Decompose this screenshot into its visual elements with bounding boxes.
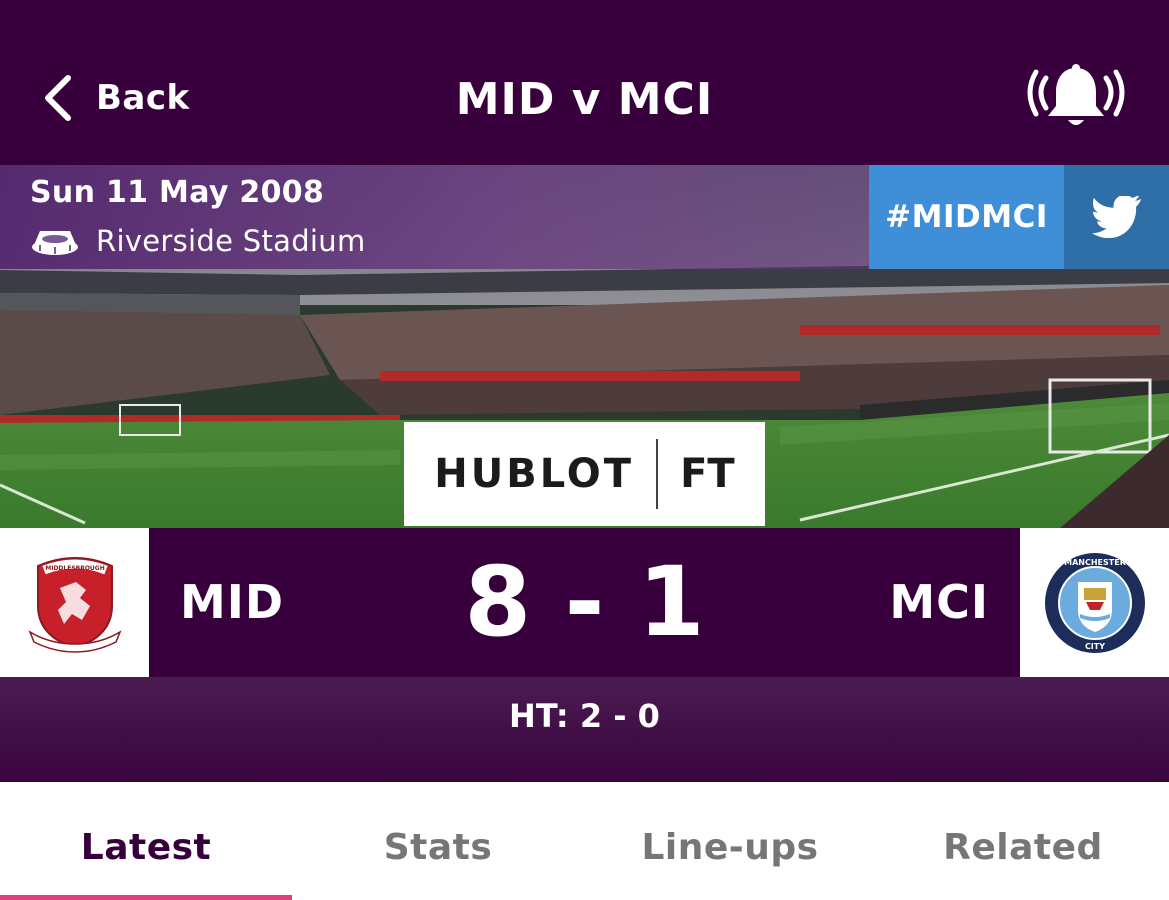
twitter-share-button[interactable] [1064, 165, 1169, 269]
match-status: FT [680, 451, 735, 497]
twitter-icon [1091, 196, 1141, 238]
manchester-city-crest-icon: MANCHESTER CITY [1044, 552, 1145, 653]
notifications-button[interactable] [1026, 64, 1126, 130]
tab-stats[interactable]: Stats [292, 782, 584, 900]
bell-ringing-icon [1027, 64, 1125, 125]
match-hero: Sun 11 May 2008 Riverside Stadium #MIDMC… [0, 165, 1169, 782]
away-team-crest[interactable]: MANCHESTER CITY [1020, 528, 1169, 677]
away-team-abbr: MCI [889, 575, 989, 629]
sponsor-logo-text: HUBLOT [434, 451, 635, 497]
venue-name: Riverside Stadium [96, 224, 366, 258]
middlesbrough-crest-icon: MIDDLESBROUGH [27, 556, 122, 653]
half-time-strip: HT: 2 - 0 [0, 677, 1169, 782]
back-label: Back [96, 78, 190, 118]
score-band: MIDDLESBROUGH MID 8 - 1 MCI MANCHESTER C… [0, 528, 1169, 677]
away-crest-text-bottom: CITY [1084, 642, 1104, 651]
home-team-abbr: MID [180, 575, 285, 629]
sponsor-divider [656, 439, 659, 509]
match-date: Sun 11 May 2008 [30, 175, 325, 210]
home-crest-text: MIDDLESBROUGH [45, 565, 105, 572]
home-team-crest[interactable]: MIDDLESBROUGH [0, 528, 149, 677]
venue-row: Riverside Stadium [30, 221, 366, 261]
tab-line-ups[interactable]: Line-ups [584, 782, 876, 900]
chevron-left-icon [45, 75, 71, 121]
tab-related[interactable]: Related [877, 782, 1169, 900]
back-button[interactable]: Back [40, 70, 190, 126]
match-tabs: Latest Stats Line-ups Related [0, 782, 1169, 900]
sponsor-status-box: HUBLOT FT [404, 422, 765, 526]
score-line: 8 - 1 [464, 546, 705, 658]
match-info-strip: Sun 11 May 2008 Riverside Stadium [0, 165, 869, 269]
hashtag-button[interactable]: #MIDMCI [869, 165, 1064, 269]
away-crest-text-top: MANCHESTER [1064, 558, 1126, 567]
top-navigation-bar: Back MID v MCI [0, 0, 1169, 165]
tab-latest[interactable]: Latest [0, 782, 292, 900]
stadium-icon [32, 231, 78, 255]
match-centre-screen: Back MID v MCI Sun 11 May 2008 Riverside… [0, 0, 1169, 900]
half-time-score: HT: 2 - 0 [509, 697, 660, 735]
